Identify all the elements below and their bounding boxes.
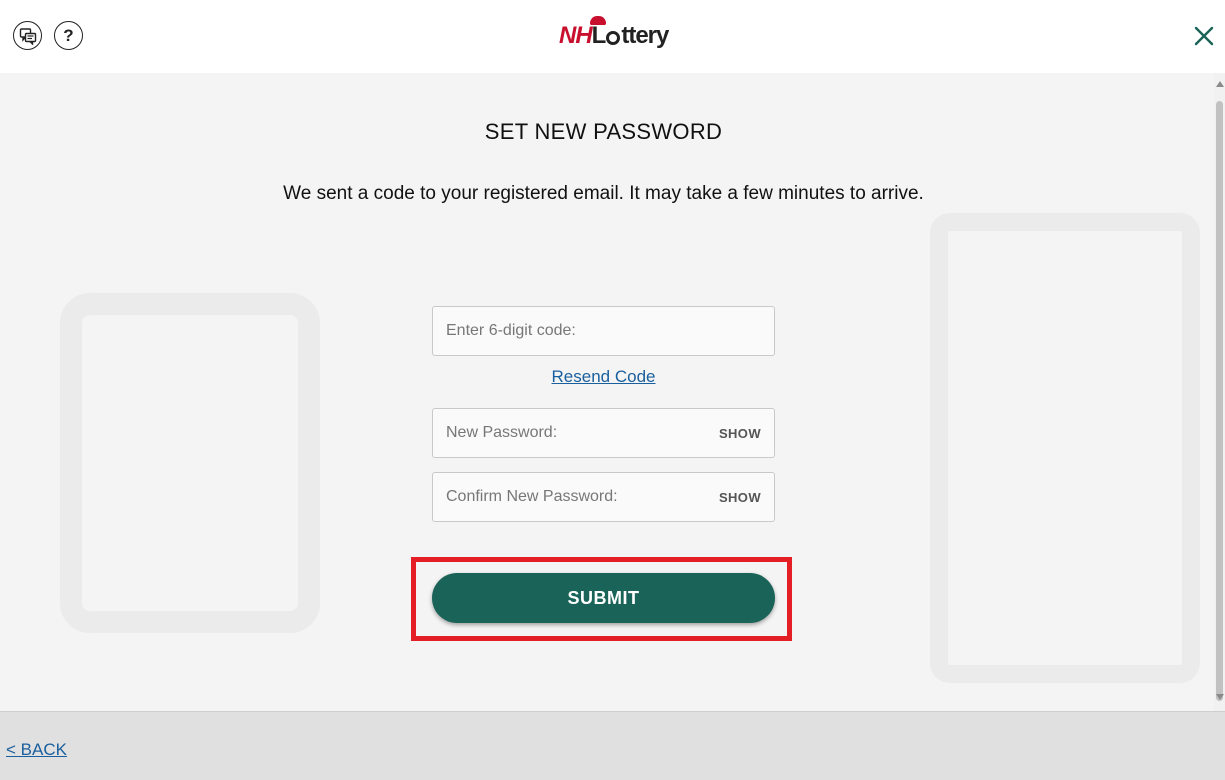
page-subtitle: We sent a code to your registered email.… — [283, 183, 924, 204]
vertical-scrollbar[interactable] — [1214, 73, 1225, 711]
show-new-password-toggle[interactable]: SHOW — [719, 426, 761, 441]
nh-lottery-logo: NH L ttery — [559, 16, 669, 52]
confirm-password-input[interactable] — [446, 488, 711, 506]
chat-button[interactable] — [13, 21, 42, 50]
code-field[interactable] — [432, 306, 775, 356]
help-icon: ? — [63, 25, 74, 45]
scroll-up-arrow-icon[interactable] — [1216, 81, 1224, 87]
background-decoration — [930, 213, 1200, 683]
submit-button[interactable]: SUBMIT — [432, 573, 775, 623]
help-button[interactable]: ? — [54, 21, 83, 50]
code-input[interactable] — [446, 322, 761, 340]
resend-code-link[interactable]: Resend Code — [432, 367, 775, 387]
new-password-input[interactable] — [446, 424, 711, 442]
new-password-field[interactable]: SHOW — [432, 408, 775, 458]
close-button[interactable] — [1192, 24, 1216, 48]
scroll-down-arrow-icon[interactable] — [1216, 694, 1224, 700]
top-bar: ? NH L ttery — [0, 0, 1225, 73]
background-decoration — [60, 293, 320, 633]
footer-bar: < BACK — [0, 711, 1225, 780]
chat-bubbles-icon — [19, 27, 36, 45]
main-content: SET NEW PASSWORD We sent a code to your … — [0, 73, 1214, 711]
scrollbar-thumb[interactable] — [1216, 101, 1223, 701]
back-link[interactable]: < BACK — [6, 740, 67, 760]
page-title: SET NEW PASSWORD — [484, 119, 723, 144]
confirm-password-field[interactable]: SHOW — [432, 472, 775, 522]
close-icon — [1194, 26, 1214, 46]
show-confirm-password-toggle[interactable]: SHOW — [719, 490, 761, 505]
